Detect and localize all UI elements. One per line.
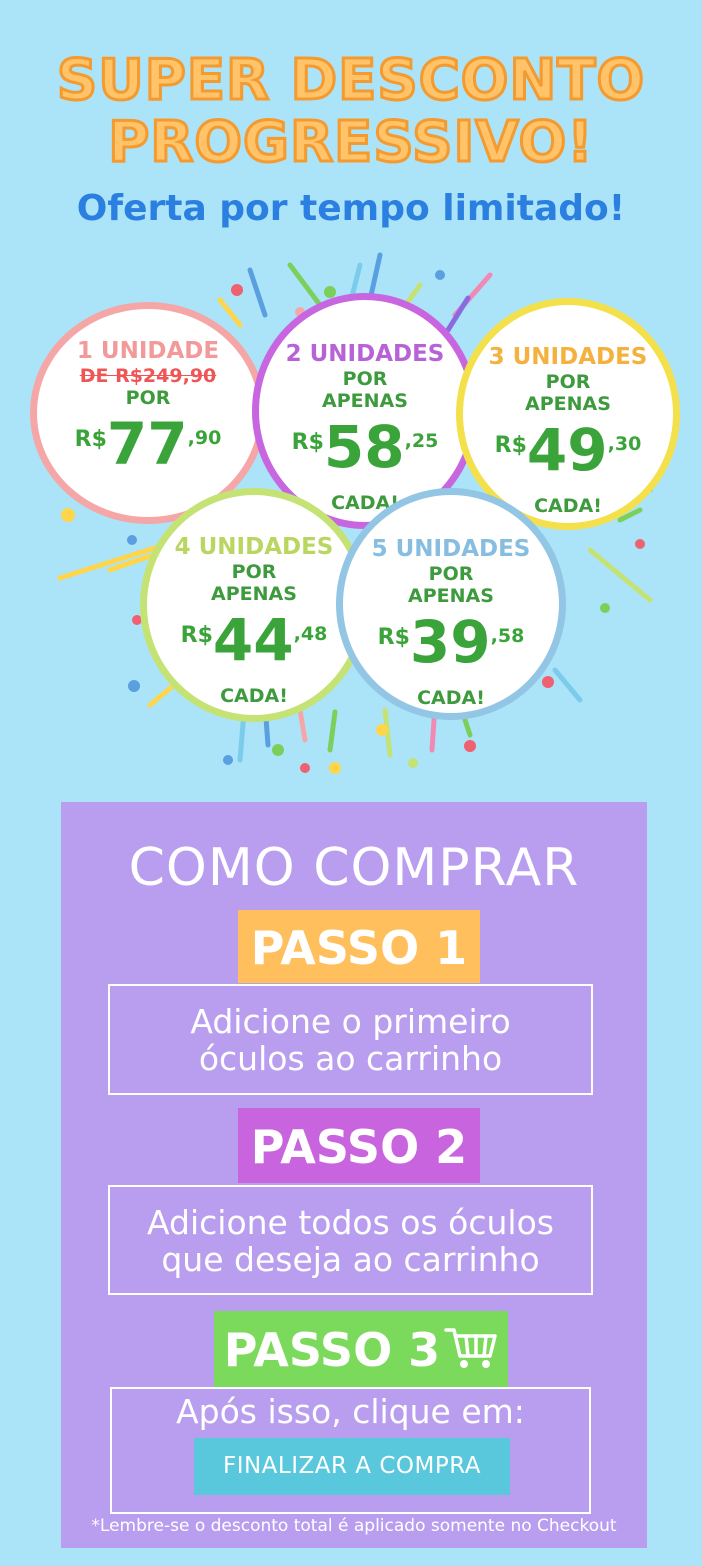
- offer-por-label: POR: [428, 563, 474, 585]
- step-2-text-line-2: que deseja ao carrinho: [161, 1240, 540, 1279]
- offer-por-label: POR: [342, 368, 388, 390]
- price-cents: ,30: [607, 433, 642, 455]
- price-currency: R$: [377, 625, 410, 650]
- step-1-label: PASSO 1: [238, 910, 480, 983]
- offer-price: R$44,48: [147, 605, 361, 684]
- offer-old-price: DE R$249,90: [79, 365, 217, 387]
- price-currency: R$: [291, 430, 324, 455]
- offer-units-label: 5 UNIDADES: [371, 536, 531, 562]
- offer-units-label: 1 UNIDADE: [76, 338, 220, 364]
- price-cents: ,90: [187, 427, 222, 449]
- subtitle: Oferta por tempo limitado!: [76, 188, 626, 229]
- offer-circle-4-units: 4 UNIDADES POR APENAS R$44,48 CADA!: [140, 488, 368, 722]
- offer-price: R$49,30: [463, 415, 673, 494]
- offer-circle-5-units: 5 UNIDADES POR APENAS R$39,58 CADA!: [336, 488, 566, 720]
- offer-price: R$39,58: [343, 607, 559, 686]
- offer-apenas-label: APENAS: [211, 583, 297, 605]
- offer-units-label: 2 UNIDADES: [285, 341, 445, 367]
- price-integer: 58: [323, 413, 405, 481]
- offer-apenas-label: APENAS: [322, 390, 408, 412]
- offer-units-label: 3 UNIDADES: [488, 344, 648, 370]
- step-1-text-line-2: óculos ao carrinho: [198, 1039, 503, 1078]
- offer-cada-label: CADA!: [220, 685, 288, 707]
- offer-por-label: POR: [231, 561, 277, 583]
- step-2-instructions: Adicione todos os óculos que deseja ao c…: [108, 1185, 593, 1295]
- checkout-note: *Lembre-se o desconto total é aplicado s…: [91, 1516, 617, 1536]
- step-3-text-line-1: Após isso, clique em:: [176, 1392, 525, 1431]
- how-to-buy-title: COMO COMPRAR: [128, 838, 580, 898]
- price-integer: 44: [212, 606, 294, 674]
- offer-price: R$58,25: [259, 412, 471, 491]
- price-cents: ,25: [404, 430, 439, 452]
- price-currency: R$: [180, 623, 213, 648]
- price-currency: R$: [494, 433, 527, 458]
- step-2-label: PASSO 2: [238, 1108, 480, 1183]
- offer-por-label: POR: [125, 387, 171, 409]
- offer-por-label: POR: [545, 371, 591, 393]
- offer-units-label: 4 UNIDADES: [174, 534, 334, 560]
- headline-line-1: SUPER DESCONTO: [55, 47, 646, 115]
- price-currency: R$: [74, 427, 107, 452]
- cart-icon: [444, 1315, 498, 1393]
- price-integer: 39: [409, 608, 491, 676]
- price-cents: ,48: [293, 623, 328, 645]
- step-1-text-line-1: Adicione o primeiro: [190, 1002, 511, 1041]
- step-3-badge: PASSO 3: [214, 1311, 508, 1387]
- price-cents: ,58: [490, 625, 525, 647]
- offer-price: R$77,90: [37, 409, 259, 488]
- offer-apenas-label: APENAS: [408, 585, 494, 607]
- step-3-label: PASSO 3: [223, 1323, 441, 1377]
- headline-line-2: PROGRESSIVO!: [107, 109, 595, 177]
- step-2-text-line-1: Adicione todos os óculos: [147, 1203, 554, 1242]
- step-1-instructions: Adicione o primeiro óculos ao carrinho: [108, 984, 593, 1095]
- price-integer: 77: [106, 410, 188, 478]
- checkout-button[interactable]: FINALIZAR A COMPRA: [194, 1438, 510, 1495]
- offer-apenas-label: APENAS: [525, 393, 611, 415]
- price-integer: 49: [526, 416, 608, 484]
- offer-cada-label: CADA!: [417, 687, 485, 709]
